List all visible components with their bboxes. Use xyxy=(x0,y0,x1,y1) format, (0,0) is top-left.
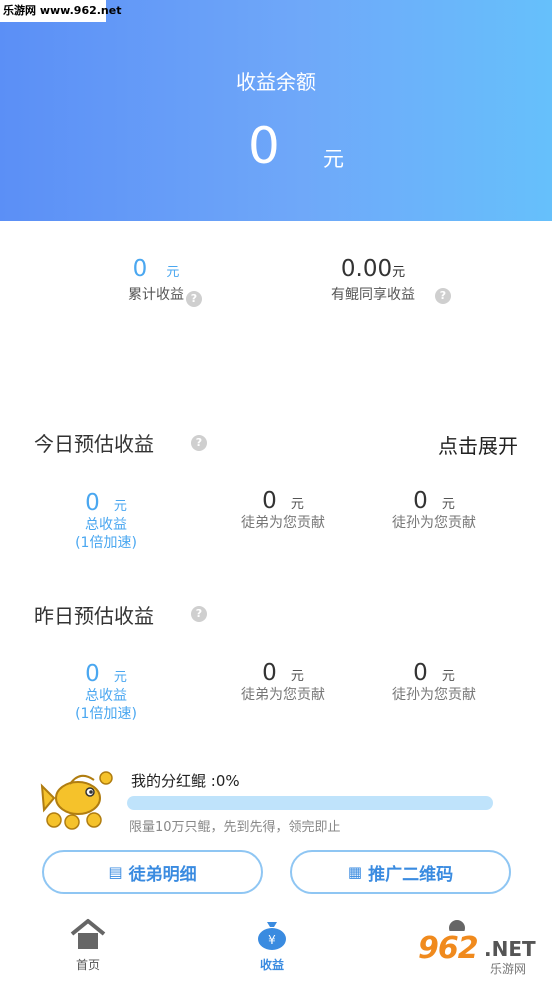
balance-header: 乐游网 www.962.net 收益余额 0 元 xyxy=(0,0,552,221)
yesterday-total-label: 总收益 xyxy=(85,688,127,704)
qr-code-icon: ▦ xyxy=(347,863,363,881)
site-logo-badge: 962 .NET 乐游网 xyxy=(414,931,550,977)
yesterday-title: 昨日预估收益 xyxy=(34,604,154,628)
yesterday-grand-disciple-label: 徒孙为您贡献 xyxy=(392,687,476,703)
badge-number: 962 xyxy=(418,931,479,966)
today-total-label: 总收益 xyxy=(85,517,127,533)
yesterday-total-unit: 元 xyxy=(113,670,127,685)
yesterday-grand-disciple-value: 0 xyxy=(413,660,428,686)
shared-earnings-unit: 元 xyxy=(392,265,406,280)
today-grand-disciple-unit: 元 xyxy=(441,497,455,512)
disciple-detail-label: 徒弟明细 xyxy=(128,864,197,885)
total-earnings-value: 0 xyxy=(132,256,148,282)
limit-note: 限量10万只鲲，先到先得，领完即止 xyxy=(129,820,341,835)
today-total: 0元 总收益 (1倍加速) xyxy=(36,490,176,552)
yesterday-disciple-label: 徒弟为您贡献 xyxy=(241,687,325,703)
today-total-unit: 元 xyxy=(113,499,127,514)
yesterday-total-sub: (1倍加速) xyxy=(75,706,137,722)
promo-qr-button[interactable]: ▦ 推广二维码 xyxy=(290,850,511,894)
dividend-label: 我的分红鲲 :0% xyxy=(131,772,240,790)
today-grand-disciple-label: 徒孙为您贡献 xyxy=(392,515,476,531)
golden-fish-icon xyxy=(40,771,113,830)
balance-title: 收益余额 xyxy=(236,70,316,94)
balance-unit: 元 xyxy=(323,147,344,171)
yesterday-grand-disciple-unit: 元 xyxy=(441,669,455,684)
promo-qr-label: 推广二维码 xyxy=(368,864,454,885)
help-icon[interactable]: ? xyxy=(435,288,451,304)
expand-button[interactable]: 点击展开 xyxy=(438,430,518,459)
today-total-value: 0 xyxy=(85,490,100,516)
total-earnings-unit: 元 xyxy=(166,265,180,280)
today-disciple: 0元 徒弟为您贡献 xyxy=(213,488,353,532)
home-icon xyxy=(70,919,106,949)
yesterday-disciple-unit: 元 xyxy=(290,669,304,684)
shared-earnings-label: 有鲲同享收益 xyxy=(331,287,415,303)
clipboard-icon: ▤ xyxy=(108,863,123,881)
site-watermark: 乐游网 www.962.net xyxy=(0,0,121,22)
yesterday-total-value: 0 xyxy=(85,661,100,687)
yesterday-grand-disciple: 0元 徒孙为您贡献 xyxy=(364,660,504,704)
tab-earnings-label: 收益 xyxy=(259,958,284,972)
tab-earnings[interactable]: ¥ 收益 xyxy=(232,918,312,973)
money-bag-icon: ¥ xyxy=(258,922,286,950)
help-icon[interactable]: ? xyxy=(186,291,202,307)
today-disciple-label: 徒弟为您贡献 xyxy=(241,515,325,531)
badge-cn: 乐游网 xyxy=(490,962,527,976)
yesterday-disciple-value: 0 xyxy=(262,660,277,686)
shared-earnings-stat: 0.00元 有鲲同享收益 xyxy=(318,256,428,304)
today-disciple-value: 0 xyxy=(262,488,277,514)
shared-earnings-value: 0.00 xyxy=(340,256,393,282)
dividend-progress xyxy=(127,796,493,810)
today-title: 今日预估收益 xyxy=(34,432,154,456)
help-icon[interactable]: ? xyxy=(191,435,207,451)
yesterday-total: 0元 总收益 (1倍加速) xyxy=(36,661,176,723)
help-icon[interactable]: ? xyxy=(191,606,207,622)
today-disciple-unit: 元 xyxy=(290,497,304,512)
today-total-sub: (1倍加速) xyxy=(75,535,137,551)
yesterday-disciple: 0元 徒弟为您贡献 xyxy=(213,660,353,704)
tab-home-label: 首页 xyxy=(75,958,100,972)
today-grand-disciple-value: 0 xyxy=(413,488,428,514)
balance-value: 0 xyxy=(248,117,280,175)
badge-net: .NET xyxy=(484,937,536,961)
svg-text:¥: ¥ xyxy=(268,933,276,947)
today-grand-disciple: 0元 徒孙为您贡献 xyxy=(364,488,504,532)
tab-home[interactable]: 首页 xyxy=(48,918,128,973)
disciple-detail-button[interactable]: ▤ 徒弟明细 xyxy=(42,850,263,894)
